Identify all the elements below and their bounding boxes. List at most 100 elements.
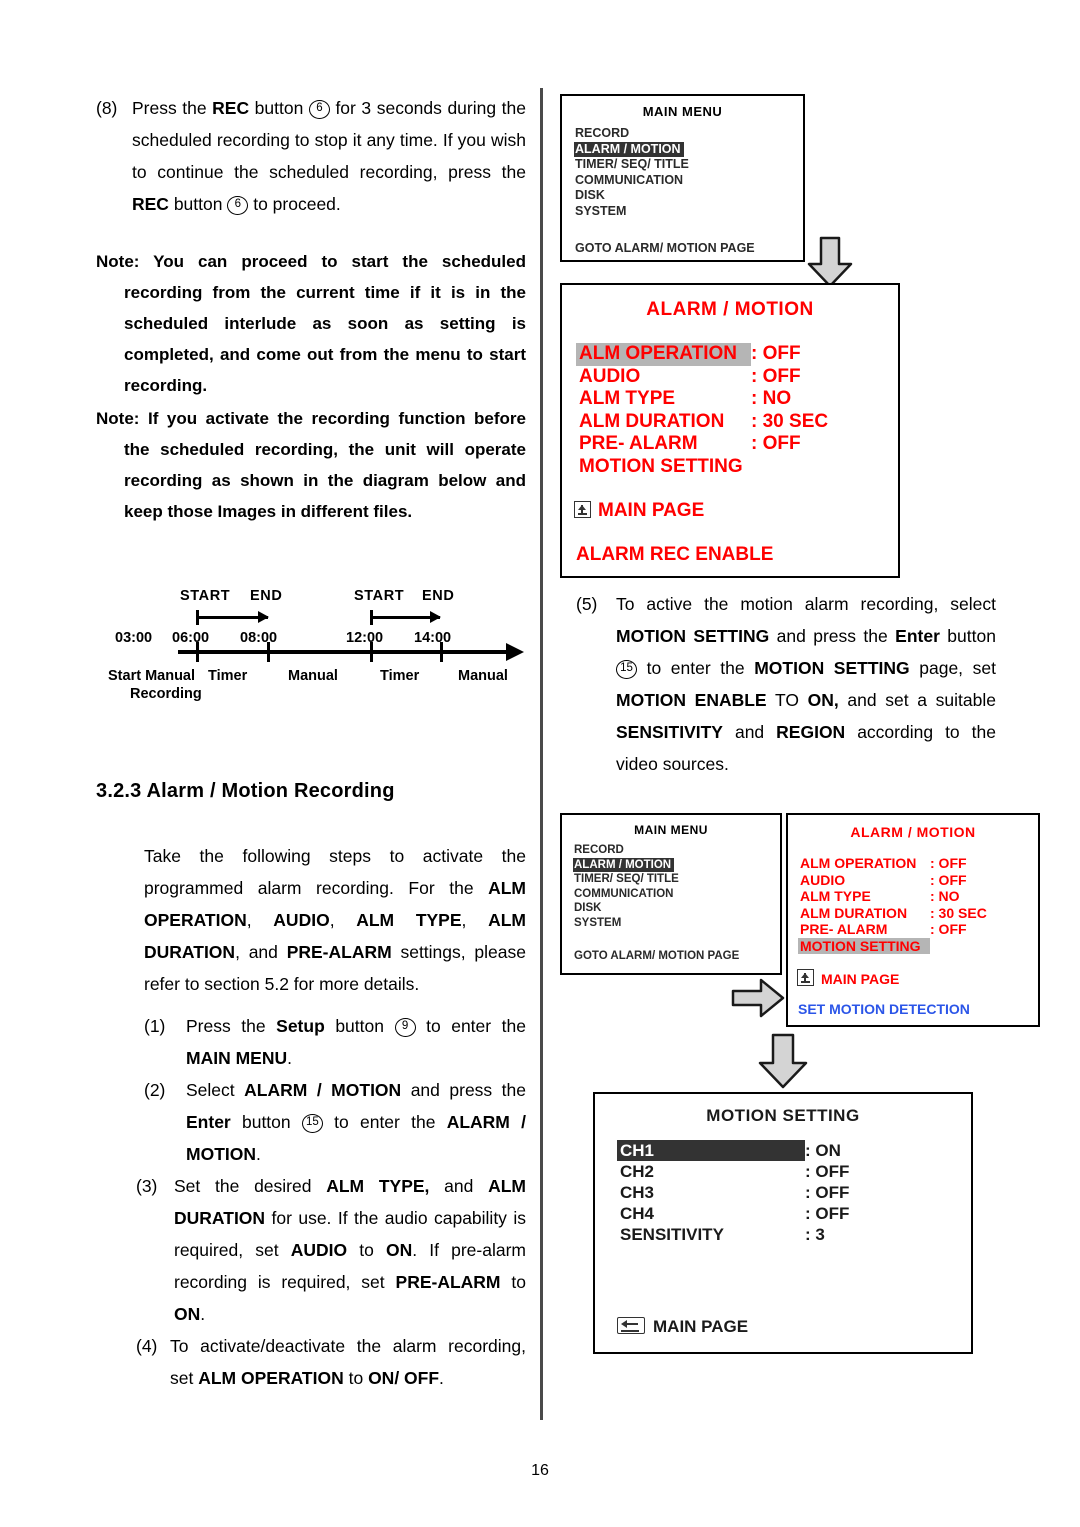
row2-key-alm-duration[interactable]: ALM DURATION (798, 905, 930, 922)
menu-item-communication-2[interactable]: COMMUNICATION (573, 887, 676, 902)
row-val-sensitivity[interactable]: : 3 (805, 1224, 825, 1245)
step-2-b2: Enter (186, 1112, 231, 1132)
step-5-t7: and set a suitable (838, 690, 996, 710)
row-key-alm-type[interactable]: ALM TYPE (576, 388, 751, 411)
step-8-b2: REC (132, 194, 169, 214)
row-val-ch3[interactable]: : OFF (805, 1182, 849, 1203)
row-val-ch2[interactable]: : OFF (805, 1161, 849, 1182)
left-column: (8) Press the REC button 6 for 3 seconds… (96, 92, 526, 527)
row-key-pre-alarm[interactable]: PRE- ALARM (576, 433, 751, 456)
keypad-badge-6-icon: 6 (308, 100, 330, 119)
row-val-ch1[interactable]: : ON (805, 1140, 841, 1161)
motion-main-page[interactable]: MAIN PAGE (595, 1317, 971, 1337)
step-3-b4: ON (385, 1240, 413, 1260)
row2-key-motion-setting[interactable]: MOTION SETTING (798, 937, 930, 954)
main-menu-row: RECORD (573, 843, 780, 858)
main-menu-title-1: MAIN MENU (642, 104, 723, 119)
row2-val-alm-type[interactable]: : NO (930, 888, 960, 905)
row2-key-pre-alarm[interactable]: PRE- ALARM (798, 921, 930, 938)
note-1-text: Note: You can proceed to start the sched… (96, 252, 526, 395)
step-4-t3: . (439, 1368, 444, 1388)
row-key-alm-duration[interactable]: ALM DURATION (576, 411, 751, 434)
menu-item-communication[interactable]: COMMUNICATION (574, 173, 686, 189)
row-key-ch2[interactable]: CH2 (617, 1161, 805, 1182)
alarm-motion-rows-2: ALM OPERATION: OFF AUDIO: OFF ALM TYPE: … (788, 855, 1038, 954)
step-5: (5) To active the motion alarm recording… (576, 588, 996, 780)
menu-item-record[interactable]: RECORD (574, 126, 632, 142)
menu-item-timer-seq-title-2[interactable]: TIMER/ SEQ/ TITLE (573, 872, 682, 887)
main-menu-row: SYSTEM (574, 204, 803, 220)
step-8-body: Press the REC button 6 for 3 seconds dur… (132, 92, 526, 220)
step-5-t6: TO (766, 690, 808, 710)
step-8-t5: to proceed. (248, 194, 341, 214)
motion-main-page-label: MAIN PAGE (653, 1317, 749, 1336)
main-menu-title-2: MAIN MENU (634, 823, 708, 837)
step-1-b1: Setup (276, 1016, 325, 1036)
row-key-sensitivity[interactable]: SENSITIVITY (617, 1224, 805, 1245)
alarm-row: AUDIO: OFF (798, 872, 1038, 889)
menu-item-disk[interactable]: DISK (574, 188, 608, 204)
row2-val-alm-duration[interactable]: : 30 SEC (930, 905, 987, 922)
step-5-b5: ON, (807, 690, 839, 710)
row-key-motion-setting[interactable]: MOTION SETTING (576, 456, 751, 479)
row-val-alm-type[interactable]: : NO (751, 388, 791, 411)
row-val-alm-duration[interactable]: : 30 SEC (751, 411, 828, 434)
row2-key-audio[interactable]: AUDIO (798, 872, 930, 889)
step-5-t3: button (939, 626, 996, 646)
row-key-ch4[interactable]: CH4 (617, 1203, 805, 1224)
timeline-segment-timer-1: Timer (208, 668, 248, 684)
step-4-b1: ALM OPERATION (198, 1368, 344, 1388)
recording-timeline-diagram: START END START END 03:00 06:00 08:00 12… (108, 588, 533, 702)
step-1-marker: (1) (144, 1016, 166, 1036)
row-val-alm-operation[interactable]: : OFF (751, 343, 801, 366)
alarm-row: ALM TYPE: NO (576, 388, 898, 411)
timeline-start-manual-line2: Recording (130, 686, 202, 702)
keypad-badge-15-icon: 15 (301, 1114, 323, 1133)
row-val-ch4[interactable]: : OFF (805, 1203, 849, 1224)
menu-item-system-2[interactable]: SYSTEM (573, 916, 624, 931)
row-val-pre-alarm[interactable]: : OFF (751, 433, 801, 456)
step-1-t2: button (324, 1016, 395, 1036)
menu-item-alarm-motion[interactable]: ALARM / MOTION (574, 141, 684, 157)
step-2-t1: Select (186, 1080, 245, 1100)
row2-key-alm-operation[interactable]: ALM OPERATION (798, 855, 930, 872)
intro-paragraph: Take the following steps to activate the… (96, 840, 526, 1000)
step-1: (1) Press the Setup button 9 to enter th… (144, 1010, 526, 1074)
flow-arrow-down-2-icon (758, 1033, 808, 1089)
timeline-span-1 (196, 610, 269, 625)
row2-val-audio[interactable]: : OFF (930, 872, 967, 889)
row-key-alm-operation[interactable]: ALM OPERATION (576, 343, 751, 366)
step-8-t1: Press the (132, 98, 213, 118)
step-3-t1: Set the desired (174, 1176, 327, 1196)
menu-item-record-2[interactable]: RECORD (573, 843, 627, 858)
step-4-body: To activate/deactivate the alarm recordi… (170, 1330, 526, 1394)
row2-key-alm-type[interactable]: ALM TYPE (798, 888, 930, 905)
menu-item-system[interactable]: SYSTEM (574, 204, 629, 220)
row2-val-pre-alarm[interactable]: : OFF (930, 921, 967, 938)
intro-b5: PRE-ALARM (286, 942, 392, 962)
row-val-audio[interactable]: : OFF (751, 366, 801, 389)
manual-page: (8) Press the REC button 6 for 3 seconds… (0, 0, 1080, 1527)
main-menu-row: DISK (574, 188, 803, 204)
step-2-b1: ALARM / MOTION (244, 1080, 402, 1100)
menu-item-timer-seq-title[interactable]: TIMER/ SEQ/ TITLE (574, 157, 692, 173)
alarm-row: PRE- ALARM: OFF (798, 921, 1038, 938)
menu-item-alarm-motion-2[interactable]: ALARM / MOTION (573, 857, 675, 872)
menu-item-disk-2[interactable]: DISK (573, 901, 604, 916)
step-5-body: To active the motion alarm recording, se… (616, 588, 996, 780)
timeline-tick-3 (370, 642, 373, 662)
alarm-main-page-1[interactable]: MAIN PAGE (562, 500, 898, 522)
page-number: 16 (531, 1462, 549, 1479)
timeline-time-0800: 08:00 (240, 630, 278, 646)
step-5-t1: To active the motion alarm recording, se… (616, 594, 996, 614)
alarm-main-page-2[interactable]: MAIN PAGE (788, 969, 1038, 987)
step-8-t4: button (168, 194, 228, 214)
set-motion-detection-caption: SET MOTION DETECTION (798, 1001, 970, 1017)
timeline-span-2 (370, 610, 441, 625)
row-key-audio[interactable]: AUDIO (576, 366, 751, 389)
step-3-b3: AUDIO (290, 1240, 348, 1260)
row-key-ch3[interactable]: CH3 (617, 1182, 805, 1203)
row-key-ch1[interactable]: CH1 (617, 1140, 805, 1161)
timeline-time-0300: 03:00 (115, 630, 153, 646)
row2-val-alm-operation[interactable]: : OFF (930, 855, 967, 872)
